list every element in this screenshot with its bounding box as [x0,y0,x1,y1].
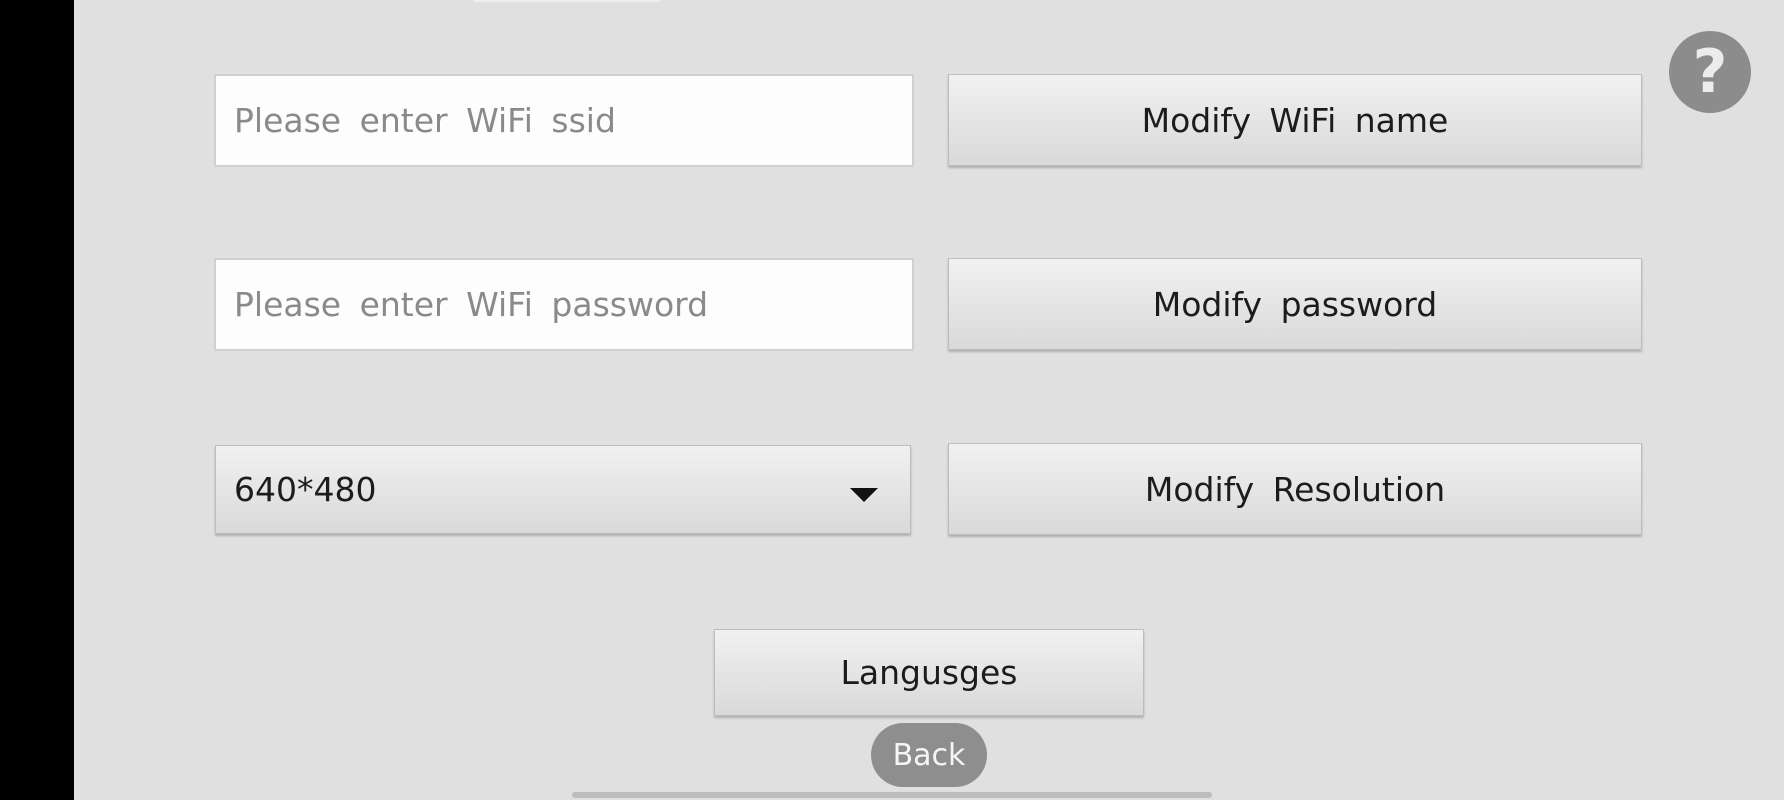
navigation-handle[interactable] [572,792,1212,798]
settings-screen: Modify WiFi name Modify password 640*480… [74,0,1784,800]
question-mark-icon[interactable]: ? [1669,31,1751,113]
modify-resolution-button[interactable]: Modify Resolution [948,443,1642,535]
top-edge-highlight [474,0,660,2]
caret-down-icon [850,488,878,502]
resolution-selected-value: 640*480 [234,470,377,509]
wifi-ssid-input[interactable] [214,74,914,167]
back-button[interactable]: Back [871,723,987,787]
languages-button[interactable]: Langusges [714,629,1144,716]
modify-password-button[interactable]: Modify password [948,258,1642,350]
wifi-password-input[interactable] [214,258,914,351]
resolution-dropdown[interactable]: 640*480 [215,445,911,534]
modify-wifi-name-button[interactable]: Modify WiFi name [948,74,1642,166]
